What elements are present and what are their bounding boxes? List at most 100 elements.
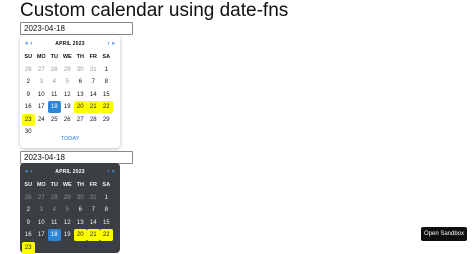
day-cell[interactable]: 1 [100, 192, 113, 204]
day-cell[interactable]: 4 [48, 76, 61, 88]
day-cell[interactable]: 13 [74, 89, 87, 101]
week-row: 9101112131415 [22, 89, 118, 102]
weekday-label: TH [74, 51, 87, 63]
day-cell[interactable]: 9 [22, 217, 35, 229]
day-cell[interactable]: 18 [48, 101, 61, 113]
week-row: 2345678 [22, 204, 118, 217]
weekday-label: WE [61, 51, 74, 63]
day-cell[interactable]: 3 [35, 76, 48, 88]
day-cell[interactable]: 27 [35, 192, 48, 204]
calendar-dark: « ‹ APRIL 2023 › » SUMOTUWETHFRSA2627282… [20, 163, 120, 253]
day-cell[interactable]: 27 [74, 114, 87, 126]
week-row: 16171819202122 [22, 101, 118, 114]
calendar-header: « ‹ APRIL 2023 › » [20, 168, 120, 177]
day-cell[interactable]: 27 [35, 64, 48, 76]
weekday-label: TH [74, 179, 87, 191]
open-sandbox-button[interactable]: Open Sandbox [421, 227, 467, 241]
month-label: APRIL 2023 [20, 169, 120, 175]
day-cell[interactable]: 7 [87, 204, 100, 216]
week-row: 2345678 [22, 76, 118, 89]
month-label: APRIL 2023 [20, 41, 120, 47]
day-cell[interactable]: 9 [22, 89, 35, 101]
weekday-label: FR [87, 51, 100, 63]
weekday-label: SA [100, 179, 113, 191]
weekday-label: SA [100, 51, 113, 63]
day-cell[interactable]: 1 [100, 64, 113, 76]
day-cell[interactable]: 30 [74, 192, 87, 204]
day-cell[interactable]: 29 [100, 114, 113, 126]
day-cell[interactable]: 13 [74, 217, 87, 229]
day-cell[interactable]: 26 [22, 64, 35, 76]
day-cell[interactable]: 24 [35, 114, 48, 126]
day-cell[interactable]: 10 [35, 217, 48, 229]
day-cell[interactable]: 14 [87, 217, 100, 229]
date-input-primary[interactable] [20, 22, 133, 35]
day-cell[interactable]: 29 [61, 64, 74, 76]
day-cell[interactable]: 10 [35, 89, 48, 101]
day-cell[interactable]: 8 [100, 204, 113, 216]
weekday-label: MO [35, 51, 48, 63]
next-month-icon[interactable]: › » [107, 41, 115, 47]
week-row: 16171819202122 [22, 229, 118, 242]
day-cell[interactable]: 11 [48, 89, 61, 101]
day-cell[interactable]: 12 [61, 89, 74, 101]
day-cell[interactable]: 26 [22, 192, 35, 204]
day-cell[interactable]: 8 [100, 76, 113, 88]
day-cell[interactable]: 20 [74, 101, 87, 113]
weekday-row: SUMOTUWETHFRSA [22, 179, 118, 192]
day-cell[interactable]: 23 [22, 114, 35, 126]
today-button[interactable]: TODAY [20, 136, 120, 142]
day-cell[interactable]: 22 [100, 229, 113, 241]
day-cell[interactable]: 2 [22, 76, 35, 88]
day-cell[interactable]: 19 [61, 101, 74, 113]
day-cell[interactable]: 16 [22, 101, 35, 113]
weekday-label: FR [87, 179, 100, 191]
day-cell[interactable]: 5 [61, 76, 74, 88]
day-cell[interactable]: 17 [35, 229, 48, 241]
day-cell[interactable]: 19 [61, 229, 74, 241]
day-cell[interactable]: 20 [74, 229, 87, 241]
day-cell[interactable]: 28 [48, 192, 61, 204]
day-cell[interactable]: 26 [61, 114, 74, 126]
day-cell[interactable]: 31 [87, 64, 100, 76]
day-cell[interactable]: 29 [61, 192, 74, 204]
day-cell[interactable]: 18 [48, 229, 61, 241]
day-cell[interactable]: 4 [48, 204, 61, 216]
next-month-icon[interactable]: › » [107, 169, 115, 175]
day-cell[interactable]: 3 [35, 204, 48, 216]
week-row: 2627282930311 [22, 192, 118, 205]
weekday-label: TU [48, 51, 61, 63]
weekday-label: MO [35, 179, 48, 191]
day-cell[interactable]: 14 [87, 89, 100, 101]
weekday-label: TU [48, 179, 61, 191]
weekday-label: WE [61, 179, 74, 191]
day-cell[interactable]: 16 [22, 229, 35, 241]
day-cell[interactable]: 15 [100, 217, 113, 229]
day-cell[interactable]: 11 [48, 217, 61, 229]
day-cell[interactable]: 17 [35, 101, 48, 113]
day-cell[interactable]: 31 [87, 192, 100, 204]
calendar-light: « ‹ APRIL 2023 › » SUMOTUWETHFRSA2627282… [20, 35, 120, 148]
week-row: 2627282930311 [22, 64, 118, 77]
page-title: Custom calendar using date-fns [20, 0, 288, 22]
day-cell[interactable]: 15 [100, 89, 113, 101]
day-cell[interactable]: 5 [61, 204, 74, 216]
day-cell[interactable]: 21 [87, 101, 100, 113]
weekday-label: SU [22, 51, 35, 63]
day-cell[interactable]: 28 [87, 114, 100, 126]
weekday-label: SU [22, 179, 35, 191]
week-row: 9101112131415 [22, 217, 118, 230]
day-cell[interactable]: 7 [87, 76, 100, 88]
day-cell[interactable]: 28 [48, 64, 61, 76]
day-cell[interactable]: 12 [61, 217, 74, 229]
day-cell[interactable]: 6 [74, 76, 87, 88]
day-cell[interactable]: 25 [48, 114, 61, 126]
day-cell[interactable]: 2 [22, 204, 35, 216]
day-cell[interactable]: 30 [74, 64, 87, 76]
week-row: 23242526272829 [22, 114, 118, 127]
day-cell[interactable]: 22 [100, 101, 113, 113]
day-cell[interactable]: 21 [87, 229, 100, 241]
calendar-header: « ‹ APRIL 2023 › » [20, 40, 120, 49]
day-cell[interactable]: 6 [74, 204, 87, 216]
weekday-row: SUMOTUWETHFRSA [22, 51, 118, 64]
